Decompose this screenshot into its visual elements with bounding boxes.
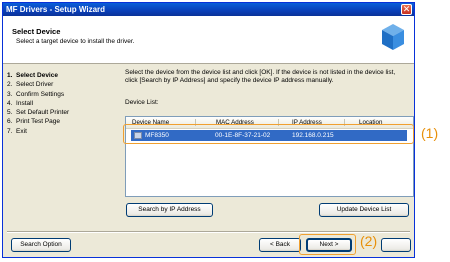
device-row-highlight — [123, 124, 414, 144]
cancel-button[interactable] — [381, 238, 411, 252]
close-button[interactable]: ✕ — [401, 4, 412, 15]
step-5: 5. Set Default Printer — [7, 109, 70, 117]
callout-2: (2) — [360, 233, 378, 249]
window-title: MF Drivers - Setup Wizard — [6, 5, 106, 14]
page-title: Select Device — [12, 27, 61, 36]
wizard-steps: 1. Select Device 2. Select Driver 3. Con… — [7, 71, 119, 136]
device-list-label: Device List: — [125, 99, 159, 106]
step-1: 1. Select Device — [7, 72, 58, 79]
footer-divider — [7, 231, 410, 233]
back-button[interactable]: < Back — [259, 238, 301, 252]
install-cube-icon — [382, 24, 404, 50]
search-option-button[interactable]: Search Option — [11, 238, 71, 252]
step-4: 4. Install — [7, 99, 34, 107]
instruction-text: Select the device from the device list a… — [125, 69, 396, 84]
wizard-header: Select Device Select a target device to … — [3, 16, 414, 64]
next-button-highlight — [299, 234, 356, 255]
step-2: 2. Select Driver — [7, 81, 54, 89]
step-6: 6. Print Test Page — [7, 118, 61, 126]
page-subtitle: Select a target device to install the dr… — [16, 38, 135, 45]
title-bar: MF Drivers - Setup Wizard ✕ — [3, 3, 414, 16]
callout-1: (1) — [421, 125, 439, 141]
step-3: 3. Confirm Settings — [7, 90, 65, 98]
update-device-list-button[interactable]: Update Device List — [319, 203, 409, 217]
search-by-ip-button[interactable]: Search by IP Address — [126, 203, 213, 217]
step-7: 7. Exit — [7, 127, 27, 135]
